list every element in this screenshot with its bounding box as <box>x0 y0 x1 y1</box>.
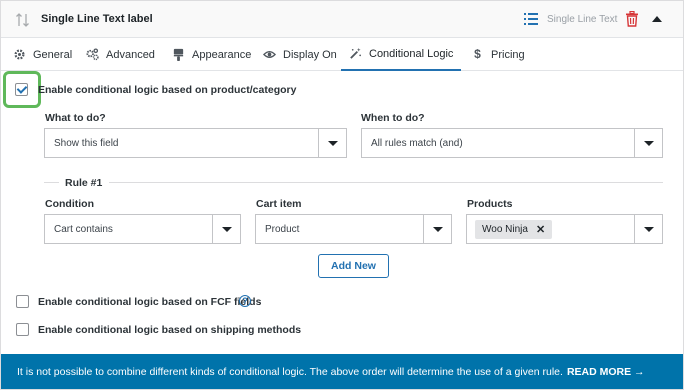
select-divider <box>212 215 213 243</box>
rule-title: Rule #1 <box>65 177 103 189</box>
chevron-down-icon <box>222 227 232 232</box>
select-divider <box>634 215 635 243</box>
tab-label: Pricing <box>491 48 525 61</box>
collapse-arrow-icon[interactable] <box>652 15 662 23</box>
select-divider <box>423 215 424 243</box>
field-header[interactable]: Single Line Text label Single Line Text <box>1 1 683 38</box>
what-to-do-value: Show this field <box>54 138 119 149</box>
select-divider <box>634 129 635 157</box>
what-to-do-select[interactable]: Show this field <box>44 128 347 158</box>
product-tag-label: Woo Ninja <box>482 224 528 235</box>
enable-shipping-logic-label: Enable conditional logic based on shippi… <box>38 324 302 336</box>
tab-label: Conditional Logic <box>369 47 454 60</box>
list-icon <box>524 13 538 25</box>
tab-label: General <box>33 48 73 61</box>
enable-product-logic-label: Enable conditional logic based on produc… <box>38 84 297 96</box>
chevron-down-icon <box>328 141 338 146</box>
enable-fcf-logic-checkbox[interactable] <box>16 295 29 308</box>
cart-item-label: Cart item <box>256 198 302 210</box>
field-settings-panel: Single Line Text label Single Line Text … <box>0 0 684 390</box>
select-divider <box>318 129 319 157</box>
tab-advanced[interactable]: Advanced <box>86 38 155 71</box>
product-tag: Woo Ninja ✕ <box>475 220 553 239</box>
chevron-down-icon <box>644 227 654 232</box>
when-to-do-label: When to do? <box>361 112 425 124</box>
cart-item-select[interactable]: Product <box>255 214 452 244</box>
help-icon[interactable]: ? <box>239 295 251 307</box>
condition-label: Condition <box>45 198 94 210</box>
notice-text: It is not possible to combine different … <box>17 365 563 378</box>
field-title: Single Line Text label <box>41 13 153 25</box>
gear-icon <box>14 49 25 60</box>
tab-display-on[interactable]: Display On <box>263 38 337 71</box>
read-more-link[interactable]: READ MORE → <box>567 366 645 378</box>
field-type-label: Single Line Text <box>547 14 618 25</box>
sort-icon[interactable] <box>15 12 31 28</box>
enable-shipping-logic-checkbox[interactable] <box>16 323 29 336</box>
info-notice-bar: It is not possible to combine different … <box>1 354 683 389</box>
rule-divider-right <box>109 182 663 183</box>
chevron-down-icon <box>644 141 654 146</box>
dollar-icon: $ <box>474 47 481 61</box>
when-to-do-value: All rules match (and) <box>371 138 463 149</box>
tab-general[interactable]: General <box>13 38 72 71</box>
settings-tabs: General Advanced Appearance Display On C… <box>1 38 683 71</box>
tab-pricing[interactable]: $ Pricing <box>471 38 525 71</box>
gears-icon <box>86 48 99 61</box>
tab-conditional-logic[interactable]: Conditional Logic <box>341 38 462 71</box>
chevron-down-icon <box>433 227 443 232</box>
condition-value: Cart contains <box>54 224 113 235</box>
remove-tag-icon[interactable]: ✕ <box>536 223 545 236</box>
magic-wand-icon <box>350 47 361 59</box>
enable-checkbox-highlight <box>3 71 41 108</box>
enable-product-logic-checkbox[interactable] <box>15 83 28 96</box>
paint-brush-icon <box>173 48 184 61</box>
eye-icon <box>263 51 276 58</box>
rule-divider-left <box>44 182 59 183</box>
trash-icon[interactable] <box>625 11 639 27</box>
when-to-do-select[interactable]: All rules match (and) <box>361 128 663 158</box>
tab-appearance[interactable]: Appearance <box>172 38 251 71</box>
what-to-do-label: What to do? <box>45 112 106 124</box>
products-label: Products <box>467 198 513 210</box>
tab-label: Advanced <box>106 48 155 61</box>
tab-label: Display On <box>283 48 337 61</box>
condition-select[interactable]: Cart contains <box>44 214 241 244</box>
enable-fcf-logic-label: Enable conditional logic based on FCF fi… <box>38 296 262 308</box>
cart-item-value: Product <box>265 224 300 235</box>
tab-label: Appearance <box>192 48 252 61</box>
add-new-rule-button[interactable]: Add New <box>318 254 389 278</box>
